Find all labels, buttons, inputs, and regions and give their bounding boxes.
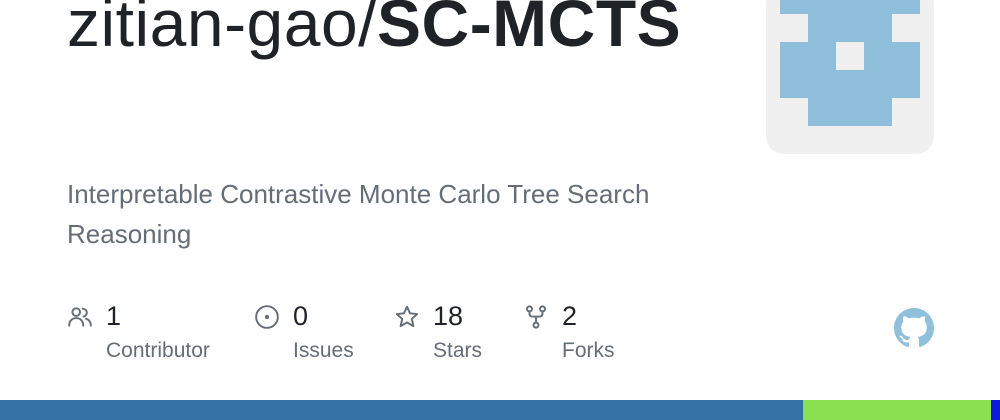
repo-description: Interpretable Contrastive Monte Carlo Tr… [67, 179, 650, 249]
stat-label: Contributor [106, 339, 210, 362]
repo-title[interactable]: zitian-gao/SC-MCTS [67, 0, 727, 61]
identicon-avatar-icon [766, 0, 934, 154]
stat-label: Stars [433, 339, 483, 362]
identicon-graphic [780, 0, 920, 126]
stat-value: 1 [106, 301, 122, 331]
stat-label: Forks [562, 339, 615, 362]
repo-name: SC-MCTS [377, 0, 682, 60]
repo-stats: 1 Contributor 0 Issues 18 Stars 2 Forks [0, 296, 1000, 376]
stat-label: Issues [293, 339, 354, 362]
github-icon[interactable] [894, 308, 934, 348]
issue-icon [255, 305, 279, 329]
stat-value: 2 [562, 301, 578, 331]
language-segment-0 [0, 400, 803, 420]
language-segment-1 [803, 400, 991, 420]
people-icon [68, 307, 92, 327]
stat-value: 18 [433, 301, 464, 331]
stat-value: 0 [293, 301, 309, 331]
fork-icon [526, 305, 546, 329]
repo-owner: zitian-gao/ [67, 0, 378, 60]
repo-social-card: zitian-gao/SC-MCTS Interpretable Contras… [0, 0, 1000, 420]
star-icon [395, 305, 419, 328]
language-segment-2 [991, 400, 1000, 420]
language-bar [0, 400, 1000, 420]
